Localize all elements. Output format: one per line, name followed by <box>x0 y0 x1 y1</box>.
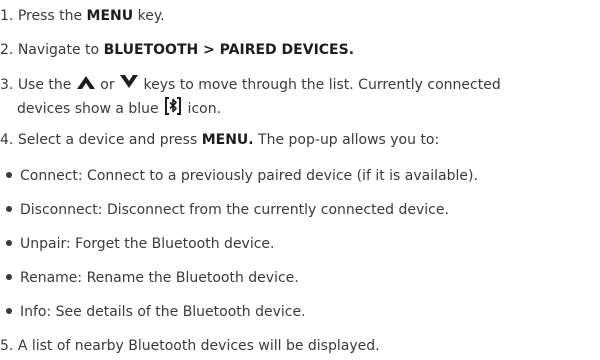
instructions-document: 1. Press the MENU key. 2. Navigate to BL… <box>0 0 600 360</box>
bullet-icon <box>6 274 12 280</box>
step-text: Navigate to <box>17 42 104 58</box>
step-text: Press the <box>17 8 87 24</box>
step-bold-text: BLUETOOTH > PAIRED DEVICES. <box>103 42 355 58</box>
down-arrow-icon <box>119 74 139 96</box>
bullet-icon <box>6 308 12 314</box>
bullet-icon <box>6 206 12 212</box>
step-number: 1. <box>0 8 14 24</box>
step-1: 1. Press the MENU key. <box>0 6 600 26</box>
step-3-continued: devices show a blue icon. <box>0 96 600 122</box>
option-text: Rename: Rename the Bluetooth device. <box>20 270 299 286</box>
step-5: 5. A list of nearby Bluetooth devices wi… <box>0 336 600 356</box>
bullet-icon <box>6 172 12 178</box>
option-rename: Rename: Rename the Bluetooth device. <box>6 268 600 288</box>
step-text: devices show a blue <box>17 101 164 117</box>
step-bold-text: MENU <box>86 8 134 24</box>
step-text: Use the <box>17 77 76 93</box>
step-text-end: key. <box>133 8 165 24</box>
step-text: A list of nearby Bluetooth devices will … <box>17 338 380 354</box>
step-text-end: The pop-up allows you to: <box>253 132 440 148</box>
option-text: Info: See details of the Bluetooth devic… <box>20 304 306 320</box>
option-text: Disconnect: Disconnect from the currentl… <box>20 202 449 218</box>
step-number: 2. <box>0 42 14 58</box>
bullet-icon <box>6 240 12 246</box>
step-4: 4. Select a device and press MENU. The p… <box>0 130 600 150</box>
option-info: Info: See details of the Bluetooth devic… <box>6 302 600 322</box>
step-number: 5. <box>0 338 14 354</box>
option-text: Connect: Connect to a previously paired … <box>20 168 478 184</box>
option-text: Unpair: Forget the Bluetooth device. <box>20 236 275 252</box>
step-text: Select a device and press <box>17 132 202 148</box>
step-bold-text: MENU. <box>201 132 254 148</box>
step-text-end: keys to move through the list. Currently… <box>139 77 501 93</box>
step-2: 2. Navigate to BLUETOOTH > PAIRED DEVICE… <box>0 40 600 60</box>
bluetooth-connected-icon <box>163 96 183 122</box>
up-arrow-icon <box>76 74 96 96</box>
option-connect: Connect: Connect to a previously paired … <box>6 166 600 186</box>
step-3: 3. Use the or keys to move through the l… <box>0 74 600 96</box>
option-unpair: Unpair: Forget the Bluetooth device. <box>6 234 600 254</box>
step-number: 4. <box>0 132 14 148</box>
step-number: 3. <box>0 77 14 93</box>
step-text-end: icon. <box>183 101 222 117</box>
option-disconnect: Disconnect: Disconnect from the currentl… <box>6 200 600 220</box>
step-text-or: or <box>95 77 120 93</box>
